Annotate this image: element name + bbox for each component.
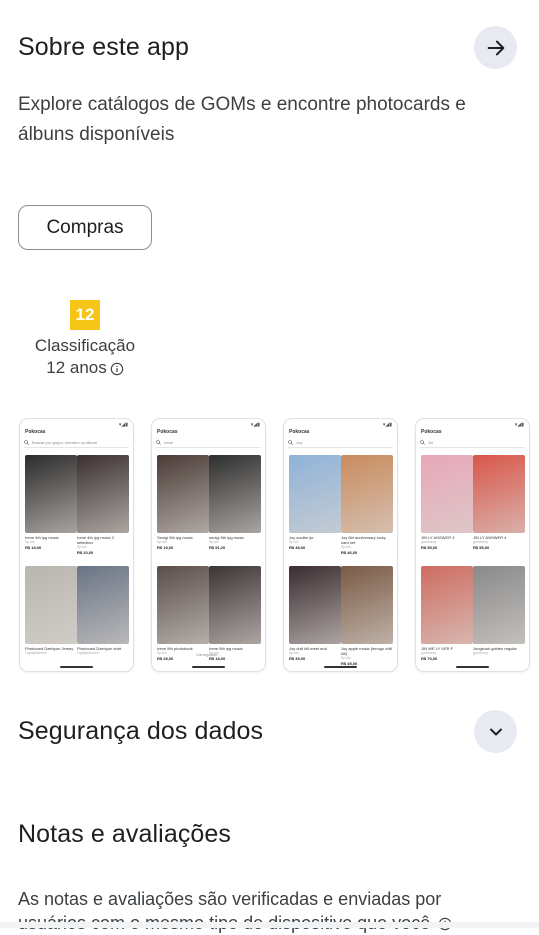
- screenshots-carousel[interactable]: ▾◢▮ Pokocas Buscar por grupo, membro ou ál…: [20, 419, 529, 671]
- product-price: R$ 20,00: [77, 550, 94, 555]
- bottom-edge: [0, 922, 539, 928]
- phone-status-bar: ▾◢▮: [382, 422, 392, 428]
- category-chip[interactable]: Compras: [18, 205, 152, 250]
- phone-app-title: Pokocas: [289, 429, 310, 435]
- photocard-image: [473, 566, 525, 644]
- photocard-image: [421, 455, 473, 533]
- phone-product-card: Photocard Daehyun Jersey Lightpinkstore: [25, 566, 77, 656]
- photocard-image: [289, 455, 341, 533]
- phone-status-bar: ▾◢▮: [118, 422, 128, 428]
- about-title: Sobre este app: [18, 33, 189, 61]
- phone-app-title: Pokocas: [421, 429, 442, 435]
- phone-product-card: JIN LY ANSWER 4 gomfuzzy R$ 55,00: [473, 455, 525, 550]
- search-icon: [24, 439, 29, 445]
- about-description: Explore catálogos de GOMs e encontre pho…: [18, 94, 466, 145]
- rating-badge: 12: [70, 300, 100, 330]
- phone-status-bar: ▾◢▮: [250, 422, 260, 428]
- phone-product-card: seulgi 5th ipg music Sp-klx R$ 51,20: [209, 455, 261, 550]
- phone-home-indicator: [60, 666, 93, 668]
- arrow-right-icon: [487, 40, 504, 55]
- screenshot-3[interactable]: ▾◢▮ Pokocas Joy Joy soulbe ipr Sp-klx R$ 48,0…: [284, 419, 397, 671]
- phone-app-title: Pokocas: [157, 429, 178, 435]
- product-name: Joy apple music (lenogo chill kill): [341, 646, 393, 656]
- phone-product-card: Jungkook golden regular gomfuzzy: [473, 566, 525, 656]
- phone-search-bar: Buscar por grupo, membro ou álbum: [24, 437, 129, 448]
- phone-home-indicator: [192, 666, 225, 668]
- screenshot-2[interactable]: ▾◢▮ Pokocas Irene Seulgi 5th ipg music Sp-kl…: [152, 419, 265, 671]
- phone-app-title: Pokocas: [25, 429, 46, 435]
- product-price: R$ 18,00: [25, 545, 42, 550]
- product-name: Irene 4th ipg music 2 selection: [77, 535, 115, 545]
- photocard-image: [289, 566, 341, 644]
- photocard-image: [473, 455, 525, 533]
- info-icon[interactable]: [110, 362, 124, 376]
- data-safety-title: Segurança dos dados: [18, 717, 264, 745]
- phone-product-card: JIN LY ANSWER 3 gomfuzzy R$ 55,00: [421, 455, 473, 550]
- product-seller: Lightpinkstore: [77, 651, 99, 655]
- data-safety-expand-button[interactable]: [474, 710, 517, 753]
- photocard-image: [157, 455, 209, 533]
- product-price: R$ 39,00: [289, 656, 306, 661]
- product-name: Joy 6th anniversary lucky card set: [341, 535, 386, 545]
- phone-product-card: Irene 4th ipg music Sp-klx R$ 18,00: [25, 455, 77, 550]
- phone-home-indicator: [456, 666, 489, 668]
- phone-search-bar: Joy: [288, 437, 393, 448]
- phone-product-card: Joy soulbe ipr Sp-klx R$ 48,00: [289, 455, 341, 550]
- phone-home-indicator: [324, 666, 357, 668]
- photocard-image: [77, 566, 129, 644]
- screenshot-4[interactable]: ▾◢▮ Pokocas Jin JIN LY ANSWER 3 gomfuzzy R$ 5…: [416, 419, 529, 671]
- phone-search-text: Irene: [164, 439, 174, 445]
- rating-label-line1: Classificação: [34, 336, 136, 355]
- phone-product-card: Seulgi 5th ipg music Sp-klx R$ 19,00: [157, 455, 209, 550]
- phone-product-card: Joy chill kill meet and Sp-klx R$ 39,00: [289, 566, 341, 661]
- phone-product-card: Joy 6th anniversary lucky card set Sp-klx…: [341, 455, 393, 555]
- phone-search-bar: Jin: [420, 437, 525, 448]
- about-arrow-button[interactable]: [474, 26, 517, 69]
- photocard-image: [209, 455, 261, 533]
- search-icon: [156, 439, 161, 445]
- reviews-title: Notas e avaliações: [18, 820, 232, 848]
- rating-label: Classificação 12 anos: [18, 335, 152, 379]
- phone-product-card: Irene 4th ipg music 2 selection Sp-klx R$ …: [77, 455, 129, 555]
- search-icon: [288, 439, 293, 445]
- content-rating[interactable]: 12 Classificação 12 anos: [18, 300, 152, 379]
- phone-product-card: Irene 5th photobook Sp-klx R$ 28,00: [157, 566, 209, 661]
- data-safety-header[interactable]: Segurança dos dados: [18, 710, 517, 753]
- rating-label-line2: 12 anos: [46, 358, 107, 377]
- photocard-image: [157, 566, 209, 644]
- chevron-down-icon: [489, 728, 502, 735]
- phone-search-text: Buscar por grupo, membro ou álbum: [32, 439, 98, 445]
- product-price: R$ 46,00: [341, 550, 358, 555]
- phone-status-bar: ▾◢▮: [514, 422, 524, 428]
- product-price: R$ 70,00: [421, 656, 438, 661]
- phone-loading-text: Carregando...: [196, 652, 221, 657]
- phone-search-text: Joy: [296, 439, 303, 445]
- phone-product-card: Photocard Daehyun shirt Lightpinkstore: [77, 566, 129, 656]
- photocard-image: [209, 566, 261, 644]
- product-price: R$ 19,00: [157, 545, 174, 550]
- phone-product-card: Joy apple music (lenogo chill kill) Sp-kl…: [341, 566, 393, 666]
- search-icon: [420, 439, 425, 445]
- photocard-image: [25, 566, 77, 644]
- product-price: R$ 51,20: [209, 545, 226, 550]
- about-header[interactable]: Sobre este app: [18, 26, 517, 69]
- product-seller: Lightpinkstore: [25, 651, 47, 655]
- phone-search-text: Jin: [428, 439, 434, 445]
- photocard-image: [421, 566, 473, 644]
- photocard-image: [341, 455, 393, 533]
- product-price: R$ 48,00: [289, 545, 306, 550]
- product-price: R$ 55,00: [421, 545, 438, 550]
- photocard-image: [77, 455, 129, 533]
- screenshot-1[interactable]: ▾◢▮ Pokocas Buscar por grupo, membro ou ál…: [20, 419, 133, 671]
- photocard-image: [341, 566, 393, 644]
- phone-search-bar: Irene: [156, 437, 261, 448]
- phone-product-card: JIN WE LY VER Fgomfuzzy R$ 70,00: [421, 566, 473, 661]
- product-seller: gomfuzzy: [473, 651, 488, 655]
- phone-product-card: Irene 5th ipg music Sp-klx R$ 18,00: [209, 566, 261, 661]
- photocard-image: [25, 455, 77, 533]
- product-price: R$ 55,00: [473, 545, 490, 550]
